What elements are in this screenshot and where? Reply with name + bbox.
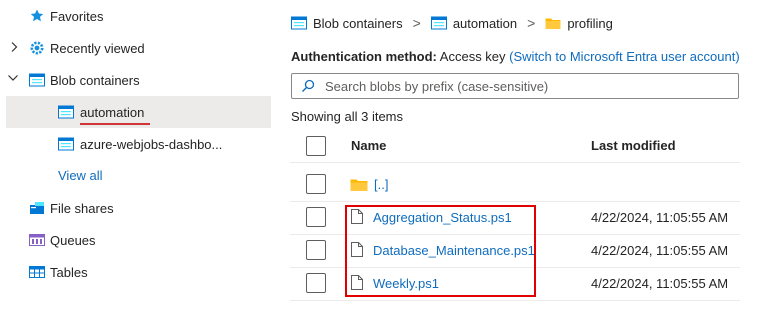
sidebar-item-label: Queues xyxy=(50,233,96,248)
row-checkbox[interactable] xyxy=(306,240,326,260)
queue-icon xyxy=(29,232,45,248)
breadcrumb-label: profiling xyxy=(567,15,613,31)
select-all-checkbox[interactable] xyxy=(306,136,326,156)
sidebar-item-label: automation xyxy=(80,105,145,120)
breadcrumb: Blob containers > automation > profiling xyxy=(291,13,613,33)
chevron-right-icon[interactable] xyxy=(7,41,21,56)
breadcrumb-label: Blob containers xyxy=(313,15,403,31)
breadcrumb-automation[interactable]: automation xyxy=(430,15,518,31)
table-row-parent-folder[interactable]: [..] xyxy=(290,168,740,202)
annotation-underline xyxy=(80,123,150,125)
auth-method-value: Access key xyxy=(439,49,506,64)
folder-icon xyxy=(350,177,368,195)
sidebar-item-label: File shares xyxy=(50,201,114,216)
chevron-down-icon[interactable] xyxy=(6,73,20,86)
row-checkbox[interactable] xyxy=(306,174,326,194)
parent-folder-link[interactable]: [..] xyxy=(374,177,388,192)
search-placeholder: Search blobs by prefix (case-sensitive) xyxy=(325,78,549,94)
sidebar-item-label: Favorites xyxy=(50,9,104,24)
column-header-last-modified[interactable]: Last modified xyxy=(591,138,676,153)
gear-icon xyxy=(29,40,45,56)
column-header-name[interactable]: Name xyxy=(351,138,386,153)
last-modified-value: 4/22/2024, 11:05:55 AM xyxy=(591,276,729,291)
sidebar-item-label: Recently viewed xyxy=(50,41,145,56)
breadcrumb-label: automation xyxy=(452,15,518,31)
star-icon xyxy=(29,8,45,24)
blob-container-icon xyxy=(29,72,45,88)
search-icon xyxy=(301,79,315,93)
sidebar-item-azure-webjobs[interactable]: azure-webjobs-dashbo... xyxy=(0,128,272,160)
auth-method-label: Authentication method: xyxy=(291,49,437,64)
sidebar-item-favorites[interactable]: Favorites xyxy=(0,0,272,32)
annotation-highlight-box xyxy=(345,205,536,297)
sidebar-item-blob-containers[interactable]: Blob containers xyxy=(0,64,272,96)
breadcrumb-separator: > xyxy=(527,15,536,31)
view-all-link[interactable]: View all xyxy=(0,160,272,192)
blob-container-icon xyxy=(58,104,74,120)
blob-container-icon xyxy=(291,16,307,30)
row-checkbox[interactable] xyxy=(306,207,326,227)
breadcrumb-blob-containers[interactable]: Blob containers xyxy=(291,16,403,31)
blob-container-icon xyxy=(58,136,74,152)
table-header: Name Last modified xyxy=(290,130,740,163)
auth-method-line: Authentication method: Access key (Switc… xyxy=(291,49,740,64)
sidebar-item-label: Blob containers xyxy=(50,73,140,88)
sidebar-item-queues[interactable]: Queues xyxy=(0,224,272,256)
table-icon xyxy=(29,264,45,280)
switch-auth-link[interactable]: (Switch to Microsoft Entra user account) xyxy=(509,49,739,64)
sidebar-item-tables[interactable]: Tables xyxy=(0,256,272,288)
view-all-label[interactable]: View all xyxy=(58,168,103,183)
breadcrumb-separator: > xyxy=(412,15,421,31)
sidebar-item-label: Tables xyxy=(50,265,88,280)
last-modified-value: 4/22/2024, 11:05:55 AM xyxy=(591,243,729,258)
sidebar-item-file-shares[interactable]: File shares xyxy=(0,192,272,224)
items-count: Showing all 3 items xyxy=(291,109,403,124)
sidebar-item-recently-viewed[interactable]: Recently viewed xyxy=(0,32,272,64)
sidebar-item-label: azure-webjobs-dashbo... xyxy=(80,137,223,152)
search-input[interactable]: Search blobs by prefix (case-sensitive) xyxy=(291,73,739,99)
folder-icon xyxy=(545,18,561,29)
last-modified-value: 4/22/2024, 11:05:55 AM xyxy=(591,210,729,225)
row-checkbox[interactable] xyxy=(306,273,326,293)
blob-container-icon xyxy=(430,16,447,30)
breadcrumb-profiling[interactable]: profiling xyxy=(545,16,613,31)
file-share-icon xyxy=(29,200,45,216)
